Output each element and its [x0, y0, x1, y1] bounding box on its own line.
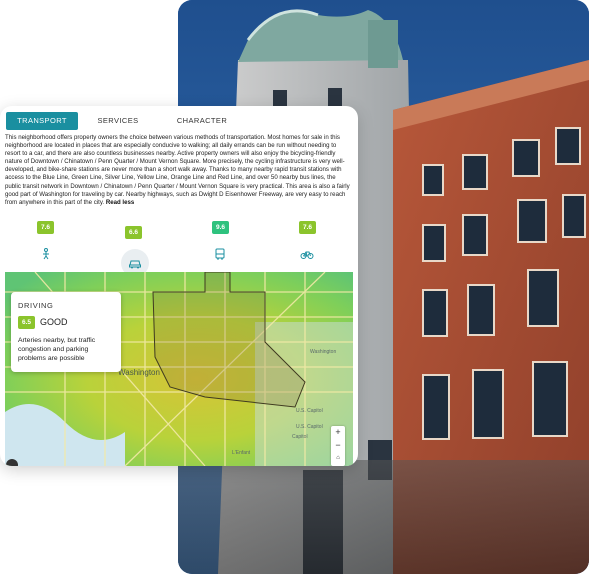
neighborhood-card: TRANSPORT SERVICES CHARACTER This neighb… — [0, 106, 358, 466]
read-less-link[interactable]: Read less — [106, 199, 134, 206]
tab-transport[interactable]: TRANSPORT — [6, 112, 78, 130]
map-label-capitol-1: U.S. Capitol — [296, 408, 323, 414]
map-label-capitol-2: U.S. Capitol — [296, 424, 323, 430]
description-text: This neighborhood offers property owners… — [5, 134, 350, 206]
reset-view-button[interactable]: ⌂ — [331, 452, 345, 465]
map-zoom-controls: + − ⌂ — [331, 426, 345, 466]
walking-score: 7.6 — [37, 221, 54, 234]
bicycle-icon[interactable] — [300, 247, 314, 261]
popup-rating: GOOD — [40, 317, 68, 327]
car-icon[interactable] — [128, 256, 142, 270]
driving-popup: DRIVING 6.5 GOOD Arteries nearby, but tr… — [11, 292, 121, 372]
tab-services[interactable]: SERVICES — [78, 112, 158, 130]
driving-score: 6.6 — [125, 226, 142, 239]
map-label-enfant: L'Enfant — [232, 450, 251, 456]
cycling-score: 7.6 — [299, 221, 316, 234]
tab-bar: TRANSPORT SERVICES CHARACTER — [6, 112, 246, 134]
transport-description: This neighborhood offers property owners… — [5, 134, 353, 207]
zoom-out-button[interactable]: − — [331, 439, 345, 452]
popup-score: 6.5 — [18, 316, 35, 329]
map-label-capitol-3: Capitol — [292, 434, 308, 440]
popup-title: DRIVING — [18, 301, 54, 310]
map-label-city: Washington — [118, 368, 160, 377]
transit-score: 9.6 — [212, 221, 229, 234]
zoom-in-button[interactable]: + — [331, 426, 345, 439]
bus-icon[interactable] — [213, 247, 227, 261]
map-label-east: Washington — [310, 349, 337, 355]
popup-description: Arteries nearby, but traffic congestion … — [18, 337, 96, 362]
tab-character[interactable]: CHARACTER — [158, 112, 246, 130]
pedestrian-icon[interactable] — [39, 247, 53, 261]
compass-icon[interactable] — [6, 459, 18, 466]
